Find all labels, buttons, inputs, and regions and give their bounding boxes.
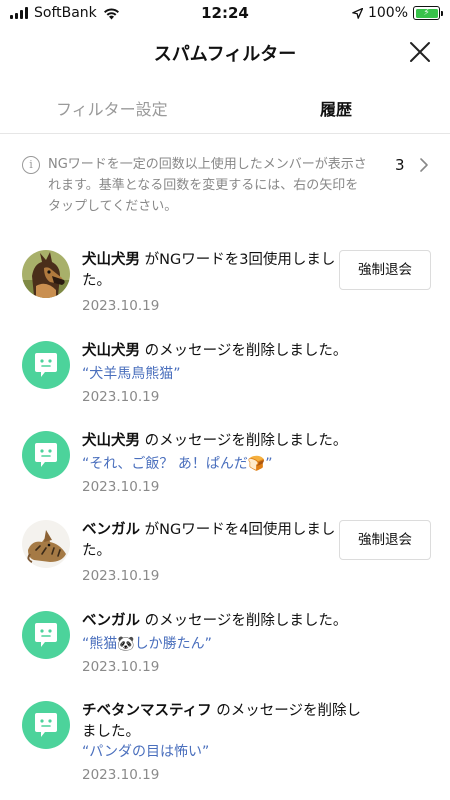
info-notice: i NGワードを一定の回数以上使用したメンバーが表示されます。基準となる回数を変…	[0, 150, 450, 220]
history-message: ベンガル がNGワードを4回使用しまし た。	[82, 520, 335, 562]
history-date: 2023.10.19	[82, 479, 160, 495]
history-message: 犬山犬男 がNGワードを3回使用しまし た。	[82, 250, 335, 292]
tab-filter-settings[interactable]: フィルター設定	[56, 96, 168, 120]
avatar-dog[interactable]	[22, 250, 70, 298]
deleted-message-quote: “熊猫🐼しか勝たん”	[82, 636, 212, 652]
threshold-count[interactable]: 3	[395, 156, 405, 174]
avatar-bot	[22, 701, 70, 749]
history-item: チベタンマスティフ のメッセージを削除し ました。 “パンダの目は怖い” 202…	[0, 701, 450, 783]
close-icon	[410, 42, 430, 62]
avatar-bot	[22, 611, 70, 659]
history-message: ベンガル のメッセージを削除しました。	[82, 611, 347, 632]
battery-percent: 100%	[367, 5, 408, 21]
battery-charging-icon: ⚡	[413, 6, 443, 20]
history-item: ベンガル がNGワードを4回使用しまし た。 2023.10.19 強制退会	[0, 520, 450, 600]
deleted-message-quote: “パンダの目は怖い”	[82, 744, 210, 760]
history-date: 2023.10.19	[82, 767, 160, 783]
message-text: ました。	[82, 724, 140, 740]
avatar-cat[interactable]	[22, 520, 70, 568]
member-name[interactable]: 犬山犬男	[82, 252, 140, 268]
history-date: 2023.10.19	[82, 298, 160, 314]
member-name[interactable]: 犬山犬男	[82, 343, 140, 359]
location-arrow-icon	[352, 7, 363, 19]
header: スパムフィルター	[0, 30, 450, 74]
message-text: のメッセージを削除し	[211, 703, 361, 719]
history-message: 犬山犬男 のメッセージを削除しました。	[82, 341, 347, 362]
history-date: 2023.10.19	[82, 659, 160, 675]
history-date: 2023.10.19	[82, 389, 160, 405]
status-right: 100% ⚡	[352, 5, 443, 21]
deleted-message-quote: “それ、ご飯？ あ！ぱんだ🍞”	[82, 456, 273, 472]
cat-photo	[22, 520, 70, 568]
member-name[interactable]: 犬山犬男	[82, 433, 140, 449]
message-text: た。	[82, 543, 111, 559]
chevron-right-icon[interactable]	[418, 156, 430, 174]
bot-icon	[35, 713, 57, 737]
bot-icon	[35, 623, 57, 647]
dog-photo	[22, 250, 70, 298]
avatar-bot	[22, 341, 70, 389]
history-message: 犬山犬男 のメッセージを削除しました。	[82, 431, 347, 452]
info-text: NGワードを一定の回数以上使用したメンバーが表示されます。基準となる回数を変更す…	[48, 157, 367, 214]
history-item: 犬山犬男 がNGワードを3回使用しまし た。 2023.10.19 強制退会	[0, 250, 450, 330]
history-item: 犬山犬男 のメッセージを削除しました。 “犬羊馬鳥熊猫” 2023.10.19	[0, 341, 450, 421]
tab-bar: フィルター設定 履歴	[0, 84, 450, 134]
tab-history[interactable]: 履歴	[320, 96, 352, 120]
history-date: 2023.10.19	[82, 568, 160, 584]
message-text: がNGワードを4回使用しまし	[140, 522, 336, 538]
force-remove-button[interactable]: 強制退会	[339, 250, 431, 290]
message-text: のメッセージを削除しました。	[140, 433, 348, 449]
message-text: がNGワードを3回使用しまし	[140, 252, 336, 268]
bot-icon	[35, 443, 57, 467]
history-item: ベンガル のメッセージを削除しました。 “熊猫🐼しか勝たん” 2023.10.1…	[0, 611, 450, 691]
member-name[interactable]: ベンガル	[82, 522, 140, 538]
message-text: のメッセージを削除しました。	[140, 343, 348, 359]
page-title: スパムフィルター	[153, 44, 297, 65]
message-text: のメッセージを削除しました。	[140, 613, 348, 629]
status-bar: SoftBank 12:24 100% ⚡	[0, 0, 450, 26]
member-name[interactable]: ベンガル	[82, 613, 140, 629]
force-remove-button[interactable]: 強制退会	[339, 520, 431, 560]
info-icon: i	[22, 156, 40, 174]
bot-icon	[35, 353, 57, 377]
close-button[interactable]	[404, 36, 436, 68]
member-name[interactable]: チベタンマスティフ	[82, 703, 212, 719]
history-message: チベタンマスティフ のメッセージを削除し ました。	[82, 701, 361, 743]
avatar-bot	[22, 431, 70, 479]
deleted-message-quote: “犬羊馬鳥熊猫”	[82, 366, 181, 382]
history-item: 犬山犬男 のメッセージを削除しました。 “それ、ご飯？ あ！ぱんだ🍞” 2023…	[0, 431, 450, 511]
message-text: た。	[82, 273, 111, 289]
